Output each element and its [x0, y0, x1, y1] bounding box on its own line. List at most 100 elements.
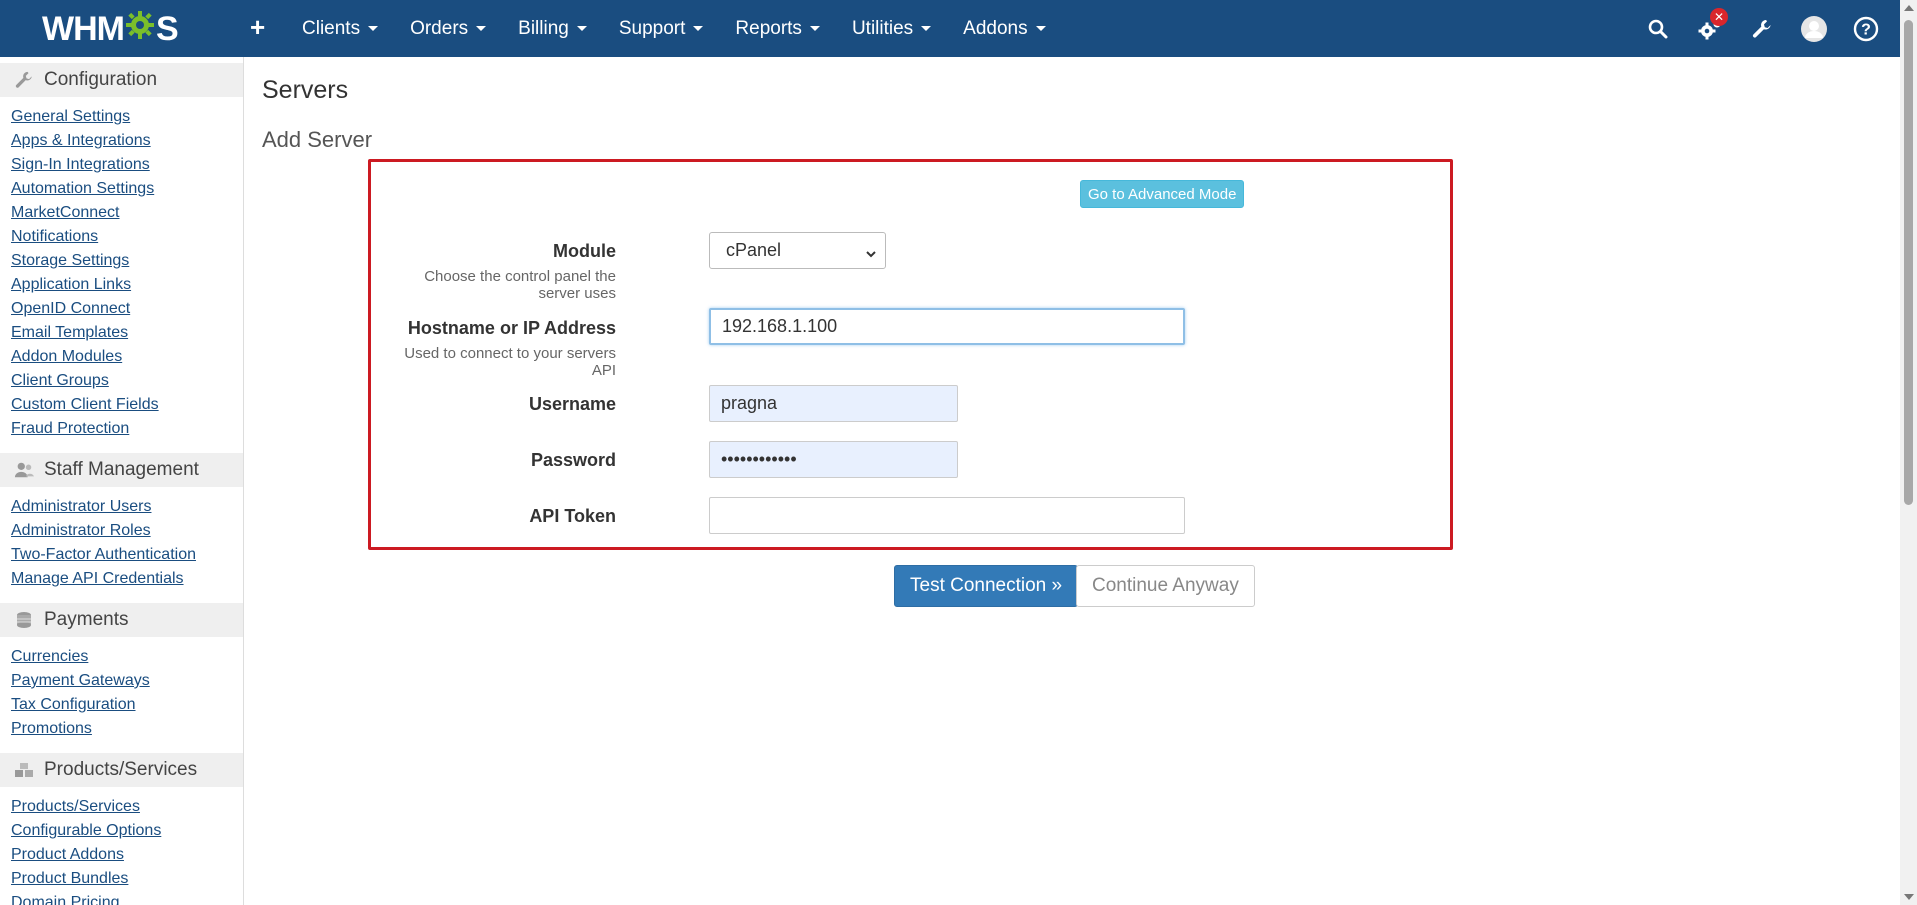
module-select[interactable]: cPanel	[709, 232, 886, 269]
sidebar-link-tax-configuration[interactable]: Tax Configuration	[11, 693, 243, 717]
sidebar-section-payments: Payments	[0, 603, 243, 637]
add-new-plus-icon[interactable]: +	[250, 12, 265, 43]
logo-text-end: S	[155, 9, 179, 48]
scroll-up-arrow-icon[interactable]	[1904, 5, 1914, 11]
search-icon[interactable]	[1632, 0, 1684, 57]
sidebar-link-administrator-roles[interactable]: Administrator Roles	[11, 519, 243, 543]
module-help: Choose the control panel the server uses	[424, 268, 616, 302]
main-menu: Clients Orders Billing Support Reports U…	[286, 0, 1062, 57]
continue-anyway-button[interactable]: Continue Anyway	[1076, 565, 1255, 607]
caret-down-icon	[693, 26, 704, 31]
avatar[interactable]	[1788, 0, 1840, 57]
test-connection-button[interactable]: Test Connection »	[894, 565, 1079, 607]
sidebar-link-custom-client-fields[interactable]: Custom Client Fields	[11, 393, 243, 417]
sidebar-link-addon-modules[interactable]: Addon Modules	[11, 345, 243, 369]
menu-reports-label: Reports	[735, 17, 802, 39]
api-token-label: API Token	[529, 506, 616, 526]
hostname-label: Hostname or IP Address	[407, 318, 616, 338]
caret-down-icon	[368, 26, 379, 31]
password-input[interactable]	[709, 441, 958, 478]
alert-badge: ✕	[1710, 8, 1728, 26]
sidebar-link-api-credentials[interactable]: Manage API Credentials	[11, 567, 243, 591]
cubes-icon	[14, 760, 34, 780]
users-icon	[14, 460, 34, 480]
menu-billing-label: Billing	[518, 17, 569, 39]
top-navbar: WHM S + Clients Orders Billing Support R…	[0, 0, 1917, 57]
sidebar-link-promotions[interactable]: Promotions	[11, 717, 243, 741]
sidebar-link-domain-pricing[interactable]: Domain Pricing	[11, 891, 243, 905]
menu-utilities-label: Utilities	[851, 17, 914, 39]
sidebar-link-configurable-options[interactable]: Configurable Options	[11, 819, 243, 843]
sidebar-link-currencies[interactable]: Currencies	[11, 645, 243, 669]
scroll-down-arrow-icon[interactable]	[1904, 894, 1914, 900]
sidebar-links-payments: Currencies Payment Gateways Tax Configur…	[0, 637, 243, 747]
menu-addons[interactable]: Addons	[947, 0, 1061, 57]
menu-clients[interactable]: Clients	[286, 0, 394, 57]
caret-down-icon	[576, 26, 587, 31]
sidebar-section-title: Products/Services	[44, 759, 198, 780]
menu-reports[interactable]: Reports	[719, 0, 836, 57]
sidebar-section-staff-management: Staff Management	[0, 453, 243, 487]
menu-orders[interactable]: Orders	[394, 0, 502, 57]
sidebar-link-client-groups[interactable]: Client Groups	[11, 369, 243, 393]
sidebar-link-marketconnect[interactable]: MarketConnect	[11, 201, 243, 225]
menu-support-label: Support	[618, 17, 686, 39]
sidebar-link-sign-in-integrations[interactable]: Sign-In Integrations	[11, 153, 243, 177]
sidebar-link-product-bundles[interactable]: Product Bundles	[11, 867, 243, 891]
sidebar-section-configuration: Configuration	[0, 63, 243, 97]
caret-down-icon	[476, 26, 487, 31]
sidebar-section-title: Staff Management	[44, 459, 199, 480]
module-label: Module	[553, 241, 616, 261]
sidebar-link-email-templates[interactable]: Email Templates	[11, 321, 243, 345]
sidebar-link-administrator-users[interactable]: Administrator Users	[11, 495, 243, 519]
chevron-down-icon	[865, 244, 877, 265]
api-token-input[interactable]	[709, 497, 1185, 534]
gears-icon[interactable]: ✕	[1684, 0, 1736, 57]
logo-gear-icon	[125, 10, 155, 48]
menu-billing[interactable]: Billing	[502, 0, 603, 57]
advanced-mode-button[interactable]: Go to Advanced Mode	[1080, 180, 1245, 208]
caret-down-icon	[921, 26, 932, 31]
hostname-input[interactable]	[709, 308, 1185, 345]
page-title: Servers	[262, 76, 349, 104]
sidebar-link-products-services[interactable]: Products/Services	[11, 795, 243, 819]
sidebar-link-openid-connect[interactable]: OpenID Connect	[11, 297, 243, 321]
logo-text: WHM	[42, 9, 125, 48]
sidebar-link-apps-integrations[interactable]: Apps & Integrations	[11, 129, 243, 153]
hostname-help: Used to connect to your servers API	[404, 345, 616, 379]
sidebar-link-two-factor[interactable]: Two-Factor Authentication	[11, 543, 243, 567]
menu-orders-label: Orders	[410, 17, 469, 39]
sidebar-links-configuration: General Settings Apps & Integrations Sig…	[0, 97, 243, 447]
sidebar-link-storage-settings[interactable]: Storage Settings	[11, 249, 243, 273]
menu-addons-label: Addons	[963, 17, 1028, 39]
menu-utilities[interactable]: Utilities	[836, 0, 947, 57]
username-input[interactable]	[709, 385, 958, 422]
whmcs-logo[interactable]: WHM S	[42, 9, 179, 48]
menu-clients-label: Clients	[302, 17, 361, 39]
sidebar-section-title: Payments	[44, 609, 129, 630]
sidebar-links-staff: Administrator Users Administrator Roles …	[0, 487, 243, 597]
menu-support[interactable]: Support	[603, 0, 720, 57]
module-select-value: cPanel	[726, 240, 782, 260]
page-scrollbar[interactable]	[1900, 0, 1917, 905]
caret-down-icon	[809, 26, 820, 31]
scrollbar-thumb[interactable]	[1904, 20, 1913, 505]
sidebar-link-fraud-protection[interactable]: Fraud Protection	[11, 417, 243, 441]
sidebar-links-products: Products/Services Configurable Options P…	[0, 787, 243, 905]
sidebar-link-payment-gateways[interactable]: Payment Gateways	[11, 669, 243, 693]
password-label: Password	[530, 450, 616, 470]
help-icon[interactable]: ?	[1840, 0, 1892, 57]
sidebar-link-automation-settings[interactable]: Automation Settings	[11, 177, 243, 201]
sidebar-link-application-links[interactable]: Application Links	[11, 273, 243, 297]
caret-down-icon	[1035, 26, 1046, 31]
add-server-form: Go to Advanced Mode Module Choose the co…	[368, 159, 1453, 550]
sidebar-section-title: Configuration	[44, 69, 158, 90]
sidebar-link-general-settings[interactable]: General Settings	[11, 105, 243, 129]
sidebar-link-notifications[interactable]: Notifications	[11, 225, 243, 249]
section-title: Add Server	[262, 127, 373, 152]
sidebar-link-product-addons[interactable]: Product Addons	[11, 843, 243, 867]
navbar-right-icons: ✕ ?	[1632, 0, 1892, 57]
coins-icon	[14, 610, 34, 630]
wrench-icon[interactable]	[1736, 0, 1788, 57]
username-label: Username	[528, 394, 616, 414]
